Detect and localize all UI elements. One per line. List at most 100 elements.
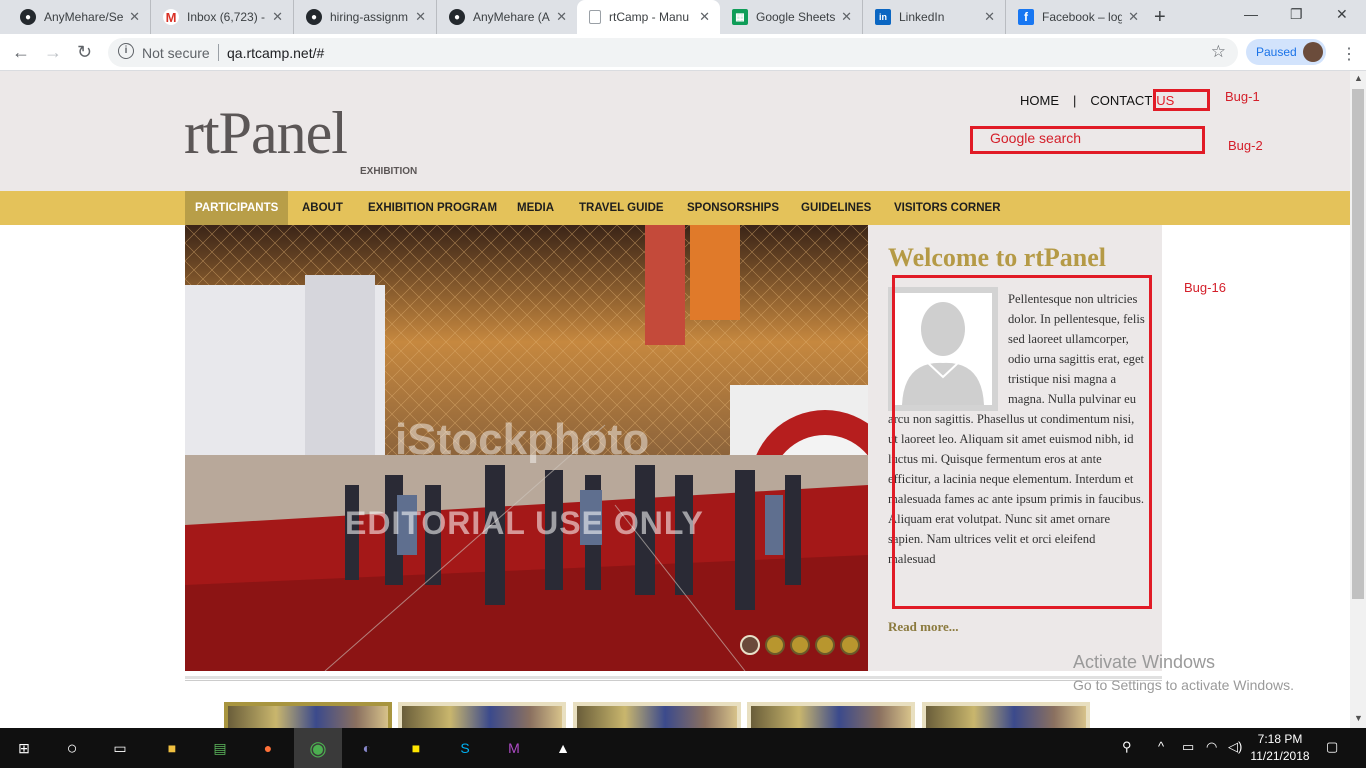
- site-logo[interactable]: rtPanel: [184, 99, 348, 168]
- browser-tab[interactable]: in LinkedIn ✕: [863, 0, 1006, 34]
- browser-toolbar: ← → ↻ i Not secure qa.rtcamp.net/# ☆ Pau…: [0, 34, 1366, 71]
- browser-tab[interactable]: M Inbox (6,723) - ✕: [151, 0, 294, 34]
- tab-title: hiring-assignm: [330, 10, 409, 24]
- minimize-icon[interactable]: —: [1244, 6, 1258, 22]
- nav-sponsorships[interactable]: SPONSORSHIPS: [677, 191, 789, 225]
- close-icon[interactable]: ✕: [699, 9, 710, 25]
- address-bar[interactable]: i Not secure qa.rtcamp.net/# ☆: [108, 38, 1238, 67]
- slider-dot[interactable]: [840, 635, 860, 655]
- sticky-notes-icon[interactable]: ■: [404, 736, 428, 760]
- thumbnail[interactable]: [747, 702, 915, 728]
- close-icon[interactable]: ✕: [129, 9, 140, 25]
- app-icon[interactable]: M: [502, 736, 526, 760]
- slider-dot[interactable]: [765, 635, 785, 655]
- nav-about[interactable]: ABOUT: [292, 191, 353, 225]
- nav-exhibition-program[interactable]: EXHIBITION PROGRAM: [358, 191, 507, 225]
- url-text[interactable]: qa.rtcamp.net/#: [227, 45, 324, 61]
- battery-icon[interactable]: ▭: [1182, 739, 1194, 755]
- read-more-link[interactable]: Read more...: [888, 619, 959, 635]
- eclipse-icon[interactable]: ◐: [355, 736, 379, 760]
- google-search-field[interactable]: Google search: [990, 130, 1081, 146]
- slider-dots: [740, 635, 860, 655]
- profile-status: Paused: [1256, 45, 1297, 59]
- thumbnail[interactable]: [922, 702, 1090, 728]
- bug-16-label: Bug-16: [1184, 280, 1226, 295]
- wifi-icon[interactable]: ◠: [1206, 739, 1217, 755]
- github-icon: ●: [306, 9, 322, 25]
- browser-tab[interactable]: ● hiring-assignm ✕: [294, 0, 437, 34]
- main-nav: PARTICIPANTS ABOUT EXHIBITION PROGRAM ME…: [0, 191, 1350, 225]
- close-icon[interactable]: ✕: [556, 9, 567, 25]
- file-explorer-icon[interactable]: ■: [160, 736, 184, 760]
- bug-16-highlight: [892, 275, 1152, 609]
- browser-tab-active[interactable]: rtCamp - Manu ✕: [577, 0, 720, 34]
- notifications-icon[interactable]: ▢: [1326, 739, 1338, 755]
- thumbnail[interactable]: [573, 702, 741, 728]
- scroll-down-icon[interactable]: ▼: [1354, 713, 1363, 723]
- system-clock[interactable]: 7:18 PM 11/21/2018: [1248, 731, 1312, 765]
- tab-title: AnyMehare (A: [473, 10, 550, 24]
- windows-taskbar: ⊞ ○ ▭ ■ ▤ ● ◉ ◐ ■ S M ▲ ⚲ ^ ▭ ◠ ◁) 7:18 …: [0, 728, 1366, 768]
- slider-dot[interactable]: [815, 635, 835, 655]
- people-icon[interactable]: ⚲: [1122, 739, 1132, 755]
- nav-guidelines[interactable]: GUIDELINES: [791, 191, 881, 225]
- chevron-up-icon[interactable]: ^: [1158, 739, 1164, 754]
- skype-icon[interactable]: S: [453, 736, 477, 760]
- close-icon[interactable]: ✕: [1128, 9, 1139, 25]
- clock-date: 11/21/2018: [1250, 749, 1310, 763]
- browser-tab[interactable]: ▦ Google Sheets ✕: [720, 0, 863, 34]
- info-icon[interactable]: i: [118, 43, 134, 59]
- hero-slideshow[interactable]: iStockphoto EDITORIAL USE ONLY: [185, 225, 868, 671]
- chrome-icon[interactable]: ◉: [294, 728, 342, 768]
- firefox-icon[interactable]: ●: [256, 736, 280, 760]
- new-tab-button[interactable]: +: [1154, 6, 1166, 29]
- hero-watermark-editorial: EDITORIAL USE ONLY: [345, 505, 704, 541]
- tab-title: Facebook – log: [1042, 10, 1123, 24]
- close-icon[interactable]: ✕: [272, 9, 283, 25]
- facebook-icon: f: [1018, 9, 1034, 25]
- github-icon: ●: [449, 9, 465, 25]
- reload-icon[interactable]: ↻: [77, 42, 92, 63]
- nav-participants[interactable]: PARTICIPANTS: [185, 191, 289, 225]
- windows-start-icon[interactable]: ⊞: [12, 736, 36, 760]
- volume-icon[interactable]: ◁): [1228, 739, 1242, 755]
- browser-tab[interactable]: ● AnyMehare (A ✕: [437, 0, 577, 34]
- more-menu-icon[interactable]: ⋮: [1341, 44, 1357, 64]
- nav-travel-guide[interactable]: TRAVEL GUIDE: [569, 191, 674, 225]
- activate-windows-subtitle: Go to Settings to activate Windows.: [1073, 677, 1294, 693]
- slider-dot[interactable]: [790, 635, 810, 655]
- profile-button[interactable]: Paused: [1246, 39, 1326, 65]
- tab-title: LinkedIn: [899, 10, 945, 24]
- nav-media[interactable]: MEDIA: [507, 191, 564, 225]
- task-view-icon[interactable]: ▭: [108, 736, 132, 760]
- close-window-icon[interactable]: ✕: [1336, 6, 1348, 23]
- thumbnail[interactable]: [398, 702, 566, 728]
- notepad-icon[interactable]: ▤: [208, 736, 232, 760]
- photos-icon[interactable]: ▲: [551, 736, 575, 760]
- search-icon[interactable]: ○: [60, 736, 84, 760]
- page-viewport: rtPanel EXHIBITION HOME | CONTACT US Bug…: [0, 71, 1350, 728]
- top-nav-contact[interactable]: CONTACT: [1090, 93, 1152, 108]
- restore-icon[interactable]: ❐: [1290, 6, 1303, 23]
- activate-windows-title: Activate Windows: [1073, 652, 1216, 672]
- scrollbar-thumb[interactable]: [1352, 89, 1364, 599]
- bookmark-star-icon[interactable]: ☆: [1211, 42, 1226, 62]
- top-nav-home[interactable]: HOME: [1020, 93, 1059, 108]
- back-icon[interactable]: ←: [12, 42, 30, 63]
- thumbnail[interactable]: [224, 702, 392, 728]
- close-icon[interactable]: ✕: [841, 9, 852, 25]
- scroll-up-icon[interactable]: ▲: [1354, 73, 1363, 83]
- slider-dot[interactable]: [740, 635, 760, 655]
- browser-tab[interactable]: ● AnyMehare/Se ✕: [8, 0, 151, 34]
- forward-icon[interactable]: →: [44, 42, 62, 63]
- sheets-icon: ▦: [732, 9, 748, 25]
- avatar: [1303, 42, 1323, 62]
- page-scrollbar[interactable]: ▲ ▼: [1350, 71, 1366, 728]
- nav-visitors-corner[interactable]: VISITORS CORNER: [884, 191, 1011, 225]
- close-icon[interactable]: ✕: [984, 9, 995, 25]
- clock-time: 7:18 PM: [1257, 732, 1303, 746]
- browser-tab[interactable]: f Facebook – log ✕: [1006, 0, 1149, 34]
- bug-2-label: Bug-2: [1228, 138, 1263, 153]
- tab-title: rtCamp - Manu: [609, 10, 690, 24]
- close-icon[interactable]: ✕: [415, 9, 426, 25]
